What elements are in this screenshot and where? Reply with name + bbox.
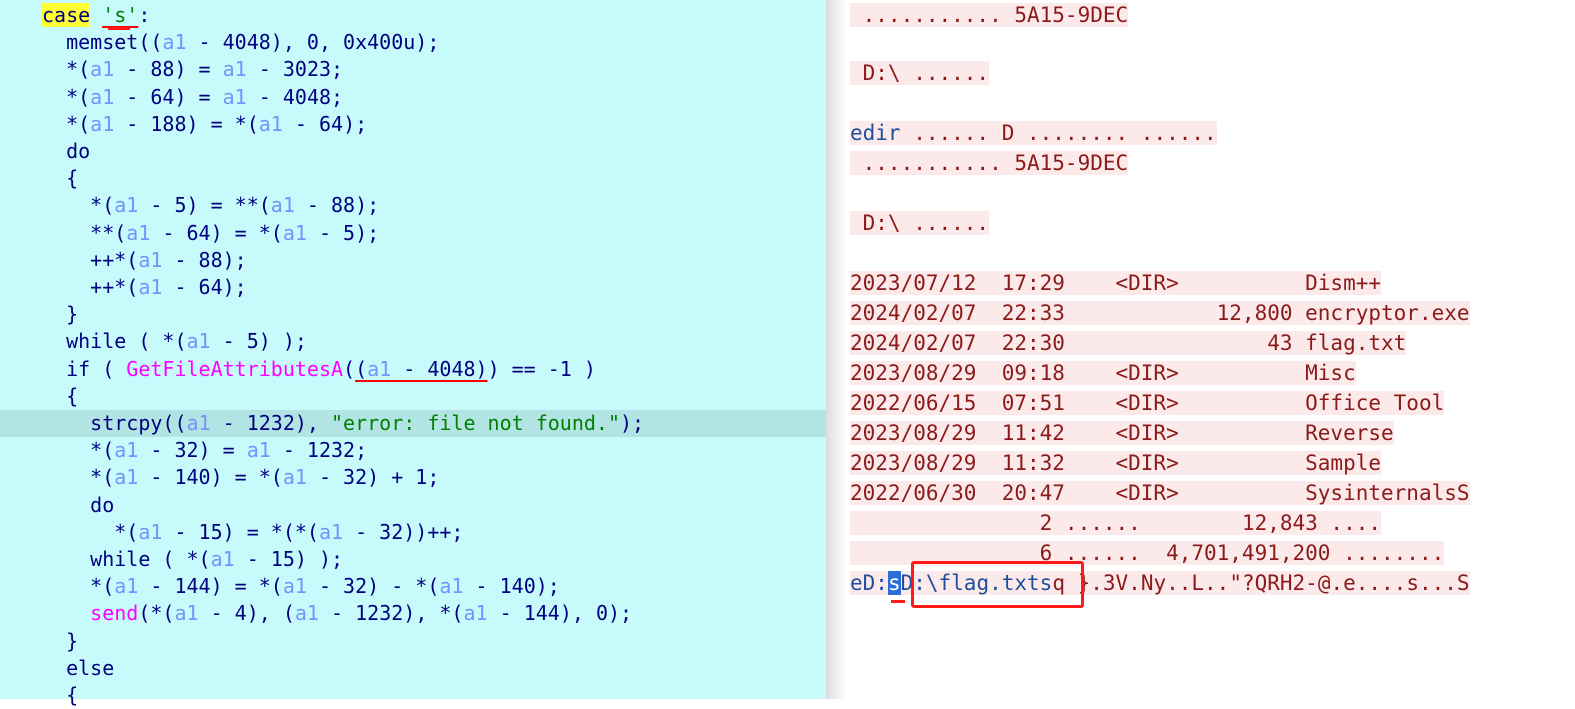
code-line[interactable]: do [0, 492, 826, 519]
dump-line[interactable]: 2023/08/29 11:32 <DIR> Sample [850, 448, 1382, 478]
dump-line[interactable]: 2023/07/12 17:29 <DIR> Dism++ [850, 268, 1382, 298]
code-line[interactable]: { [0, 682, 826, 709]
dump-line[interactable]: 2022/06/30 20:47 <DIR> SysinternalsS [850, 478, 1470, 508]
dump-line[interactable]: D:\ ...... [850, 208, 990, 238]
annotation-underline-selected-char [891, 600, 905, 603]
code-line[interactable]: ++*(a1 - 88); [0, 247, 826, 274]
code-line[interactable]: case 's': [0, 2, 826, 29]
dump-line[interactable]: 2024/02/07 22:33 12,800 encryptor.exe [850, 298, 1470, 328]
dump-line[interactable]: edir ...... D ........ ...... [850, 118, 1217, 148]
code-line[interactable]: *(a1 - 144) = *(a1 - 32) - *(a1 - 140); [0, 573, 826, 600]
code-line[interactable]: do [0, 138, 826, 165]
code-line[interactable]: **(a1 - 64) = *(a1 - 5); [0, 220, 826, 247]
code-line[interactable]: { [0, 165, 826, 192]
code-line[interactable]: *(a1 - 64) = a1 - 4048; [0, 84, 826, 111]
code-line[interactable]: *(a1 - 15) = *(*(a1 - 32))++; [0, 519, 826, 546]
code-line[interactable]: while ( *(a1 - 15) ); [0, 546, 826, 573]
code-line[interactable]: send(*(a1 - 4), (a1 - 1232), *(a1 - 144)… [0, 600, 826, 627]
annotation-underline-case-char [108, 27, 130, 30]
code-line[interactable]: *(a1 - 5) = **(a1 - 88); [0, 192, 826, 219]
code-line[interactable]: { [0, 383, 826, 410]
dump-line[interactable]: 2 ...... 12,843 .... [850, 508, 1382, 538]
dump-line[interactable]: 2022/06/15 07:51 <DIR> Office Tool [850, 388, 1445, 418]
dump-line[interactable]: 2023/08/29 11:42 <DIR> Reverse [850, 418, 1394, 448]
code-line[interactable]: if ( GetFileAttributesA((a1 - 4048)) == … [0, 356, 826, 383]
code-line[interactable]: *(a1 - 188) = *(a1 - 64); [0, 111, 826, 138]
code-line[interactable]: memset((a1 - 4048), 0, 0x400u); [0, 29, 826, 56]
code-line[interactable]: while ( *(a1 - 5) ); [0, 328, 826, 355]
code-line[interactable]: *(a1 - 140) = *(a1 - 32) + 1; [0, 464, 826, 491]
code-line[interactable]: *(a1 - 88) = a1 - 3023; [0, 56, 826, 83]
dump-line[interactable]: 2023/08/29 09:18 <DIR> Misc [850, 358, 1356, 388]
annotation-box-flag-path [911, 561, 1084, 608]
code-line[interactable]: else [0, 655, 826, 682]
code-line[interactable]: } [0, 301, 826, 328]
code-line[interactable]: ++*(a1 - 64); [0, 274, 826, 301]
dump-line[interactable]: D:\ ...... [850, 58, 990, 88]
code-line[interactable]: strcpy((a1 - 1232), "error: file not fou… [0, 410, 826, 437]
dump-line[interactable]: ........... 5A15-9DEC [850, 0, 1129, 30]
dump-line[interactable]: 2024/02/07 22:30 43 flag.txt [850, 328, 1407, 358]
pane-divider[interactable] [826, 0, 846, 699]
dump-line[interactable]: ........... 5A15-9DEC [850, 148, 1129, 178]
code-line[interactable]: *(a1 - 32) = a1 - 1232; [0, 437, 826, 464]
code-line[interactable]: } [0, 628, 826, 655]
